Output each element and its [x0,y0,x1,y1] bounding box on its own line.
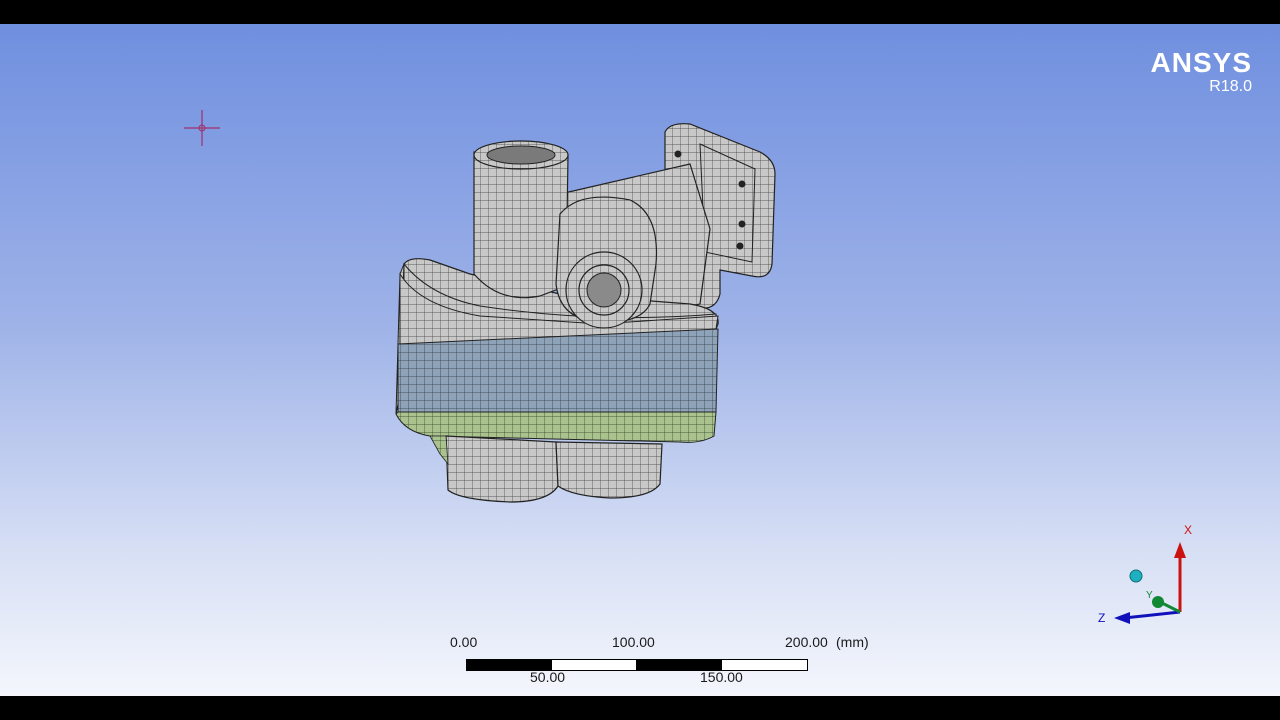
axis-x-label: X [1184,523,1192,537]
scale-label-100: 100.00 [612,634,655,650]
cursor-crosshair-icon [184,110,220,146]
scale-label-50: 50.00 [530,669,566,685]
scale-bar: 0.00 100.00 200.00 (mm) 50.00 150.00 [440,632,900,692]
mesh-boss [555,196,658,329]
mesh-selection-blue [397,328,719,413]
ansys-logo: ANSYS R18.0 [1151,48,1252,96]
brand-version: R18.0 [1209,78,1252,95]
scale-unit: (mm) [836,634,869,650]
axis-z-label: Z [1098,611,1105,624]
letterbox-top [0,0,1280,24]
scale-label-0: 0.00 [450,634,478,650]
axis-triad-icon[interactable]: X Z Y [1088,514,1198,624]
axis-y-label: Y [1146,590,1153,601]
brand-name: ANSYS [1150,47,1252,78]
scale-label-200: 200.00 [785,634,828,650]
mesh-tube [473,140,569,299]
graphics-viewport[interactable]: ANSYS R18.0 0.00 100.00 200.00 (mm) 50.0… [0,24,1280,696]
letterbox-bottom [0,696,1280,720]
mesh-bottom-lobes [429,435,663,503]
scale-label-150: 150.00 [700,669,743,685]
